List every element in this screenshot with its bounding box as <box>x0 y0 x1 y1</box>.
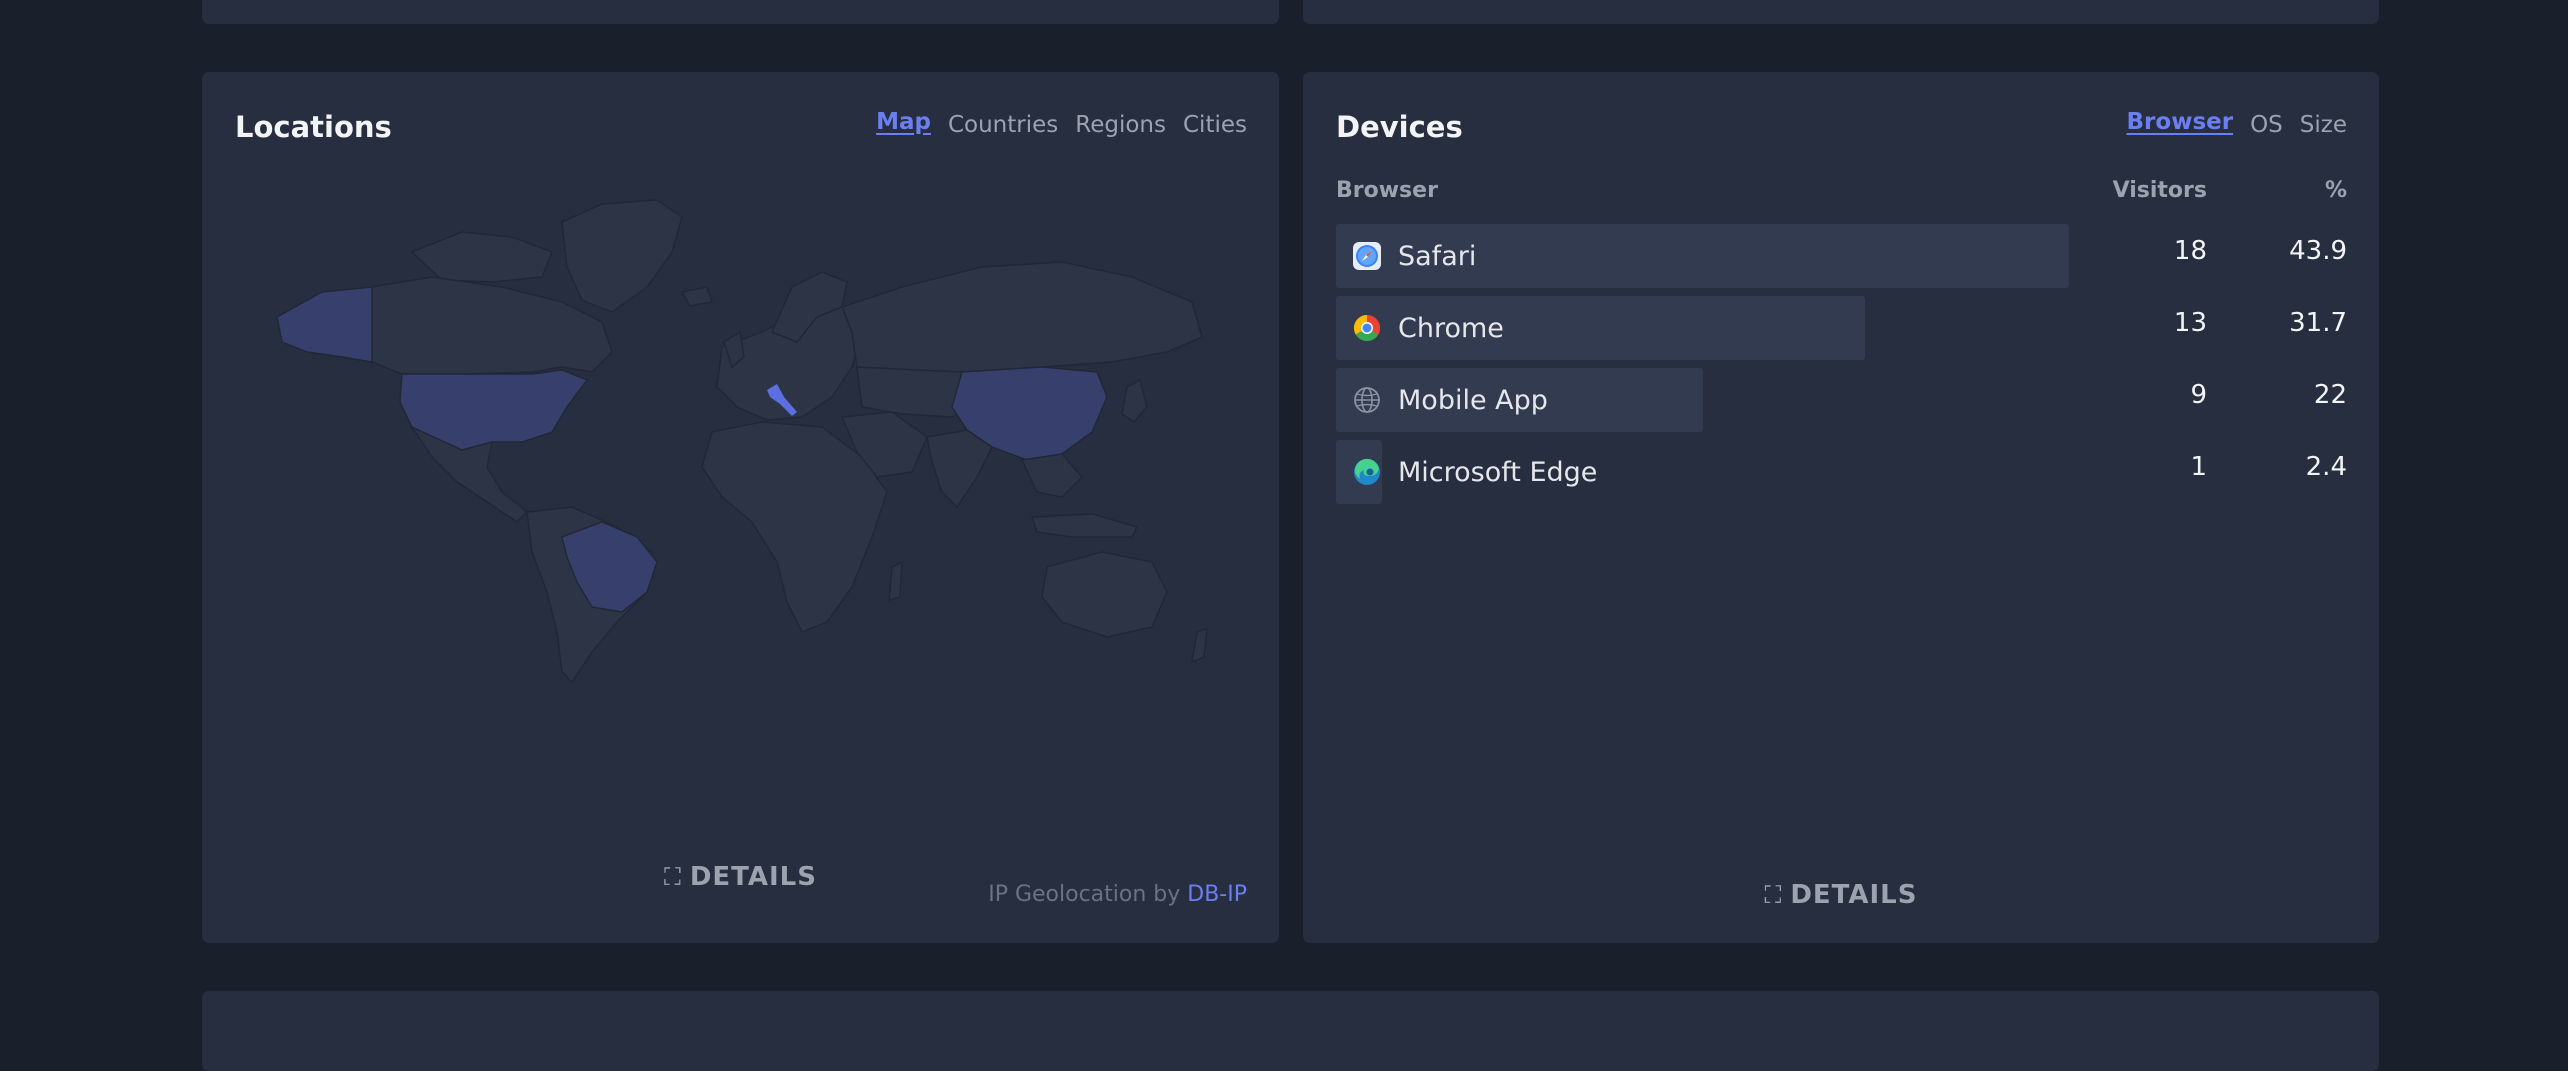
visitors-count: 13 <box>2173 308 2207 338</box>
column-visitors[interactable]: Visitors <box>2113 178 2207 203</box>
map-australia[interactable] <box>1041 551 1168 638</box>
column-browser: Browser <box>1336 178 1438 203</box>
expand-icon: ⛶ <box>1764 881 1783 909</box>
devices-table-header: Browser Visitors % <box>1336 178 2347 208</box>
tab-regions[interactable]: Regions <box>1075 112 1166 138</box>
map-india[interactable] <box>926 429 993 509</box>
browser-name: Chrome <box>1398 312 1504 344</box>
locations-card: Locations Map Countries Regions Cities ⛶… <box>202 72 1279 943</box>
table-row[interactable]: Mobile App 9 22 <box>1336 368 2347 440</box>
geolocation-credit: IP Geolocation by DB-IP <box>988 882 1247 907</box>
devices-details-label: DETAILS <box>1790 880 1918 910</box>
next-card <box>202 991 2379 1071</box>
map-new-zealand[interactable] <box>1191 628 1208 664</box>
devices-details-button[interactable]: ⛶ DETAILS <box>1303 880 2379 910</box>
visitors-percent: 22 <box>2313 380 2347 410</box>
row-label: Microsoft Edge <box>1352 440 1597 504</box>
tab-map[interactable]: Map <box>876 109 931 135</box>
column-percent[interactable]: % <box>2325 178 2347 203</box>
visitors-percent: 43.9 <box>2289 236 2347 266</box>
db-ip-link[interactable]: DB-IP <box>1187 882 1247 907</box>
map-southeast-asia[interactable] <box>1020 453 1083 498</box>
table-row[interactable]: Chrome 13 31.7 <box>1336 296 2347 368</box>
browser-name: Mobile App <box>1398 384 1548 416</box>
visitors-percent: 31.7 <box>2289 308 2347 338</box>
previous-card-right <box>1303 0 2379 24</box>
map-greenland[interactable] <box>561 199 683 313</box>
tab-size[interactable]: Size <box>2300 112 2347 138</box>
edge-icon <box>1354 458 1380 485</box>
table-row[interactable]: Microsoft Edge 1 2.4 <box>1336 440 2347 512</box>
map-alaska[interactable] <box>276 286 373 363</box>
visitors-percent: 2.4 <box>2305 452 2347 482</box>
devices-table: Safari 18 43.9 Chrome 13 31.7 Mobile App… <box>1336 224 2347 512</box>
expand-icon: ⛶ <box>664 863 682 891</box>
map-iceland[interactable] <box>680 286 713 307</box>
browser-name: Safari <box>1398 240 1477 272</box>
devices-title: Devices <box>1336 110 1463 144</box>
tab-cities[interactable]: Cities <box>1183 112 1247 138</box>
locations-title: Locations <box>235 110 392 144</box>
credit-prefix: IP Geolocation by <box>988 882 1181 907</box>
map-indonesia[interactable] <box>1031 513 1139 538</box>
visitors-count: 1 <box>2190 452 2207 482</box>
visitors-count: 9 <box>2190 380 2207 410</box>
map-madagascar[interactable] <box>888 560 903 601</box>
row-label: Chrome <box>1352 296 1504 360</box>
tab-os[interactable]: OS <box>2250 112 2283 138</box>
previous-card-left <box>202 0 1279 24</box>
locations-tabs: Map Countries Regions Cities <box>876 109 1247 138</box>
world-map[interactable] <box>262 192 1222 692</box>
devices-card: Devices Browser OS Size Browser Visitors… <box>1303 72 2379 943</box>
locations-details-label: DETAILS <box>689 862 817 892</box>
safari-icon <box>1353 242 1381 270</box>
globe-icon <box>1354 387 1380 413</box>
table-row[interactable]: Safari 18 43.9 <box>1336 224 2347 296</box>
tab-browser[interactable]: Browser <box>2127 109 2234 135</box>
map-japan[interactable] <box>1121 378 1148 423</box>
world-map-svg <box>276 199 1208 684</box>
visitors-count: 18 <box>2173 236 2207 266</box>
tab-countries[interactable]: Countries <box>948 112 1058 138</box>
browser-name: Microsoft Edge <box>1398 456 1598 488</box>
map-russia[interactable] <box>841 261 1203 378</box>
map-canada[interactable] <box>371 276 613 375</box>
chrome-icon <box>1353 314 1381 342</box>
row-label: Mobile App <box>1352 368 1548 432</box>
map-arctic-islands[interactable] <box>410 231 553 283</box>
devices-tabs: Browser OS Size <box>2127 109 2347 138</box>
row-label: Safari <box>1352 224 1476 288</box>
